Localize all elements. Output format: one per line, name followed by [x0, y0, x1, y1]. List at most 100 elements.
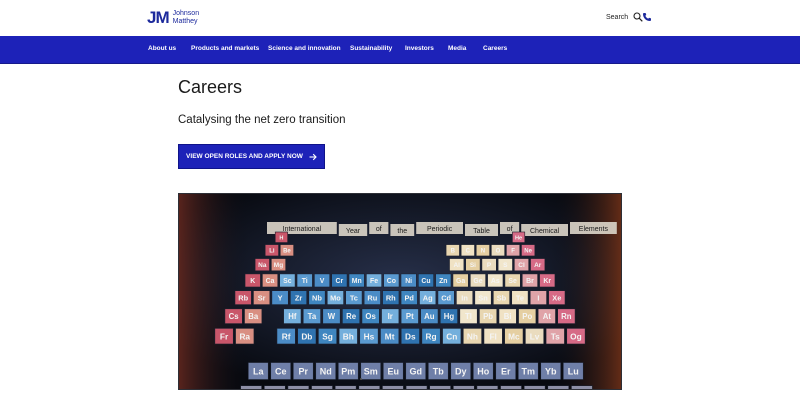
svg-text:Ca: Ca — [266, 278, 275, 285]
nav-science-and-innovation[interactable]: Science and innovation — [268, 45, 341, 52]
page-title: Careers — [178, 77, 243, 97]
element-tile-pd: Pd — [400, 290, 418, 305]
element-tile-fe: Fe — [366, 273, 383, 288]
nav-sustainability[interactable]: Sustainability — [350, 45, 392, 52]
svg-text:Ds: Ds — [405, 331, 416, 341]
svg-text:Hg: Hg — [444, 312, 455, 321]
svg-text:Sm: Sm — [364, 366, 378, 376]
arrow-right-icon — [309, 153, 317, 160]
banner-card: Year — [338, 224, 368, 236]
element-tile-bi: Bi — [498, 308, 517, 324]
element-tile-ce: Ce — [270, 362, 292, 380]
element-tile-hf: Hf — [283, 308, 302, 324]
svg-text:Db: Db — [301, 331, 312, 341]
element-tile-nb: Nb — [308, 290, 326, 305]
svg-text:La: La — [253, 366, 264, 376]
element-tile-h: H — [274, 231, 288, 243]
search-button[interactable]: Search — [606, 12, 643, 22]
svg-text:Pm: Pm — [341, 366, 355, 376]
svg-text:Re: Re — [346, 312, 357, 321]
element-tile-mg: Mg — [271, 258, 287, 272]
svg-text:Ho: Ho — [477, 366, 489, 376]
svg-text:W: W — [328, 312, 336, 321]
nav-media[interactable]: Media — [448, 45, 466, 52]
element-tile-pr: Pr — [292, 362, 314, 380]
svg-text:B: B — [451, 249, 456, 255]
element-tile-li: Li — [264, 244, 279, 257]
banner-card: the — [390, 224, 415, 236]
svg-text:F: F — [511, 249, 515, 255]
element-tile-fl: Fl — [483, 328, 503, 345]
element-tile-be: Be — [279, 244, 294, 257]
svg-text:Ts: Ts — [551, 331, 560, 341]
element-tile-n: N — [475, 244, 490, 257]
element-tile-lv: Lv — [525, 328, 545, 345]
element-tile-og: Og — [566, 328, 586, 345]
svg-text:In: In — [461, 293, 468, 302]
element-tile-nh: Nh — [462, 328, 482, 345]
element-tile-cd: Cd — [437, 290, 455, 305]
svg-text:Bi: Bi — [504, 312, 512, 321]
periodic-table-video[interactable]: International Year of the Periodic Table of Che… — [178, 193, 622, 390]
nav-careers[interactable]: Careers — [483, 45, 507, 52]
svg-text:Mt: Mt — [385, 331, 395, 341]
element-tile-md: Md — [523, 385, 546, 389]
element-tile-re: Re — [342, 308, 361, 324]
element-tile-mc: Mc — [504, 328, 524, 345]
nav-investors[interactable]: Investors — [405, 45, 434, 52]
logo-line-1: Johnson — [172, 10, 200, 17]
svg-text:Mg: Mg — [274, 262, 283, 269]
element-tile-pt: Pt — [400, 308, 419, 324]
element-tile-pa: Pa — [287, 385, 310, 389]
svg-text:Tb: Tb — [433, 366, 444, 376]
element-tile-tc: Tc — [345, 290, 363, 305]
svg-text:Ra: Ra — [239, 331, 250, 341]
svg-text:Ce: Ce — [275, 366, 287, 376]
element-tile-rf: Rf — [276, 328, 296, 345]
johnson-matthey-logo[interactable]: JM Johnson Matthey — [147, 9, 199, 26]
svg-text:Table: Table — [473, 228, 490, 235]
element-tile-sg: Sg — [318, 328, 338, 345]
svg-text:Cs: Cs — [229, 312, 240, 321]
svg-text:Rh: Rh — [386, 293, 396, 302]
svg-text:Be: Be — [283, 249, 291, 255]
nav-about-us[interactable]: About us — [148, 45, 176, 52]
banner-card: Table — [465, 224, 498, 236]
svg-text:Hf: Hf — [288, 312, 297, 321]
element-tile-cf: Cf — [452, 385, 475, 389]
svg-text:Se: Se — [508, 278, 517, 285]
site-header: JM Johnson Matthey Search — [0, 0, 800, 36]
svg-text:Sc: Sc — [283, 278, 292, 285]
svg-text:P: P — [487, 262, 492, 269]
element-tile-er: Er — [495, 362, 517, 380]
svg-text:the: the — [397, 228, 407, 235]
svg-text:Sg: Sg — [322, 331, 333, 341]
element-tile-sr: Sr — [253, 290, 271, 305]
element-tile-dy: Dy — [450, 362, 472, 380]
element-tile-ni: Ni — [400, 273, 417, 288]
element-tile-tl: Tl — [459, 308, 478, 324]
element-tile-zn: Zn — [435, 273, 452, 288]
svg-text:Y: Y — [278, 293, 283, 302]
element-tile-ru: Ru — [363, 290, 381, 305]
element-tile-db: Db — [297, 328, 317, 345]
element-tile-te: Te — [511, 290, 529, 305]
svg-text:Elements: Elements — [579, 226, 609, 233]
svg-text:H: H — [279, 235, 283, 241]
element-tile-in: In — [456, 290, 474, 305]
svg-text:S: S — [503, 262, 508, 269]
svg-text:Nh: Nh — [467, 331, 478, 341]
element-tile-au: Au — [420, 308, 439, 324]
logo-wordmark: Johnson Matthey — [173, 10, 199, 25]
phone-icon[interactable] — [642, 12, 652, 22]
element-tile-se: Se — [504, 273, 521, 288]
element-tile-np: Np — [334, 385, 357, 389]
view-open-roles-button[interactable]: VIEW OPEN ROLES AND APPLY NOW — [178, 144, 325, 169]
element-tile-mo: Mo — [326, 290, 344, 305]
element-tile-rn: Rn — [557, 308, 576, 324]
element-tile-sm: Sm — [360, 362, 382, 380]
svg-text:Pb: Pb — [483, 312, 493, 321]
svg-text:Pd: Pd — [404, 293, 414, 302]
nav-products-and-markets[interactable]: Products and markets — [191, 45, 259, 52]
element-tile-th: Th — [263, 385, 286, 389]
